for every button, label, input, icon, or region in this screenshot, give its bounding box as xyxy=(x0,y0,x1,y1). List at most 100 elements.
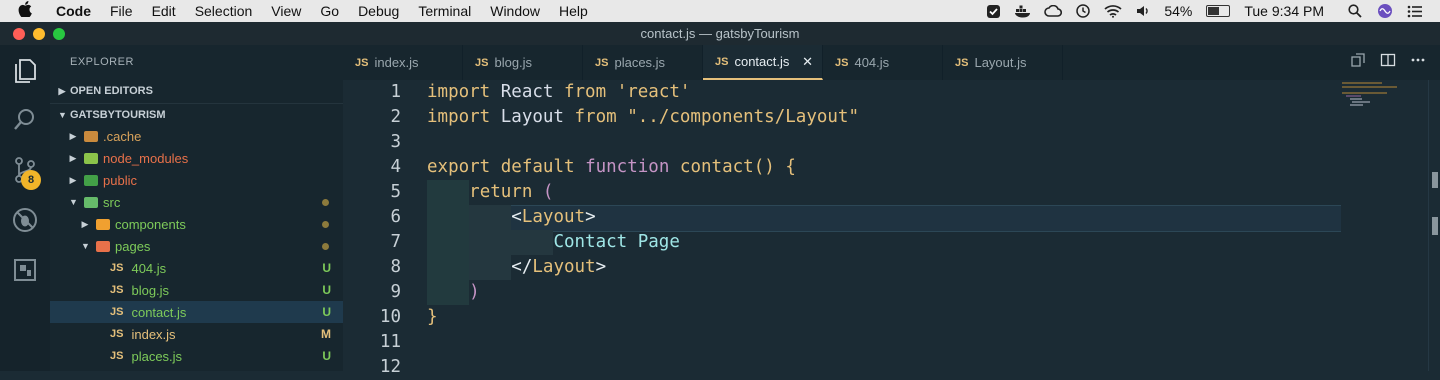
tab-layout-js[interactable]: JS Layout.js xyxy=(943,45,1063,80)
public-folder-icon xyxy=(84,174,98,186)
creative-cloud-icon[interactable] xyxy=(1044,3,1063,19)
wifi-icon[interactable] xyxy=(1104,3,1122,19)
tab-label: places.js xyxy=(614,55,666,70)
chevron-right-icon: ▶ xyxy=(69,174,77,185)
notification-center-icon[interactable] xyxy=(1406,3,1424,19)
line-number: 7 xyxy=(390,232,401,252)
activity-bar: 8 xyxy=(0,45,50,371)
volume-icon[interactable] xyxy=(1134,3,1152,19)
tree-folder-public[interactable]: ▶ public xyxy=(50,169,343,191)
js-file-icon: JS xyxy=(110,328,124,340)
chevron-down-icon: ▼ xyxy=(58,110,67,120)
tree-file-blog[interactable]: JS blog.js U xyxy=(50,279,343,301)
tab-label: Layout.js xyxy=(974,55,1027,70)
minimap[interactable] xyxy=(1338,80,1428,371)
menu-edit[interactable]: Edit xyxy=(152,3,176,19)
siri-icon[interactable] xyxy=(1376,3,1394,19)
tree-folder-src[interactable]: ▼ src xyxy=(50,191,343,213)
git-status: U xyxy=(322,305,331,319)
zoom-window-button[interactable] xyxy=(53,28,65,40)
app-menu[interactable]: Code xyxy=(56,3,91,19)
code-editor[interactable]: 1 2 3 4 5 6 7 8 9 10 11 12 import React … xyxy=(343,80,1440,377)
menu-debug[interactable]: Debug xyxy=(358,3,399,19)
modified-dot xyxy=(322,220,329,228)
tree-folder-cache[interactable]: ▶ .cache xyxy=(50,125,343,147)
menu-selection[interactable]: Selection xyxy=(195,3,253,19)
tree-file-404[interactable]: JS 404.js U xyxy=(50,257,343,279)
code-line: export default function contact() { xyxy=(427,157,796,177)
code-line: </Layout> xyxy=(511,257,607,277)
close-window-button[interactable] xyxy=(13,28,25,40)
apple-menu-icon[interactable] xyxy=(18,1,40,21)
tab-index-js[interactable]: JS index.js xyxy=(343,45,463,80)
tree-label: contact.js xyxy=(131,304,187,320)
more-actions-icon[interactable] xyxy=(1410,52,1426,73)
open-changes-icon[interactable] xyxy=(1350,52,1366,73)
menu-terminal[interactable]: Terminal xyxy=(418,3,471,19)
macos-menubar: Code File Edit Selection View Go Debug T… xyxy=(0,0,1440,22)
project-section[interactable]: ▼ GATSBYTOURISM xyxy=(50,103,343,126)
folder-icon xyxy=(84,130,98,142)
menu-window[interactable]: Window xyxy=(490,3,540,19)
docker-icon[interactable] xyxy=(1014,3,1032,19)
checkmark-shield-icon[interactable] xyxy=(984,3,1002,19)
explorer-files-icon[interactable] xyxy=(9,55,41,87)
js-file-icon: JS xyxy=(110,284,124,296)
tab-places-js[interactable]: JS places.js xyxy=(583,45,703,80)
code-line: Contact Page xyxy=(553,232,680,252)
window-title: contact.js — gatsbyTourism xyxy=(640,26,800,41)
tab-404-js[interactable]: JS 404.js xyxy=(823,45,943,80)
git-status: U xyxy=(322,261,331,275)
source-control-badge: 8 xyxy=(21,170,41,190)
tree-folder-pages[interactable]: ▼ pages xyxy=(50,235,343,257)
code-line: import React from 'react' xyxy=(427,82,691,102)
line-number: 4 xyxy=(390,157,401,177)
js-file-icon: JS xyxy=(355,56,369,69)
clock[interactable]: Tue 9:34 PM xyxy=(1244,3,1324,19)
tree-label: src xyxy=(103,194,121,210)
menu-help[interactable]: Help xyxy=(559,3,588,19)
tree-folder-node-modules[interactable]: ▶ node_modules xyxy=(50,147,343,169)
code-line: return ( xyxy=(469,182,554,202)
project-label: GATSBYTOURISM xyxy=(70,109,166,121)
minimize-window-button[interactable] xyxy=(33,28,45,40)
tree-file-places[interactable]: JS places.js U xyxy=(50,345,343,367)
js-file-icon: JS xyxy=(110,306,124,318)
chevron-right-icon: ▶ xyxy=(58,85,66,96)
tab-blog-js[interactable]: JS blog.js xyxy=(463,45,583,80)
search-icon[interactable] xyxy=(9,104,41,136)
debug-icon[interactable] xyxy=(9,204,41,236)
editor-actions xyxy=(1350,45,1440,80)
editor-scrollbar[interactable] xyxy=(1428,80,1440,371)
tree-file-index[interactable]: JS index.js M xyxy=(50,323,343,345)
menu-view[interactable]: View xyxy=(271,3,301,19)
line-number: 12 xyxy=(379,357,401,377)
open-editors-section[interactable]: ▶ OPEN EDITORS xyxy=(50,80,343,102)
tree-file-contact[interactable]: JS contact.js U xyxy=(50,301,343,323)
split-editor-icon[interactable] xyxy=(1380,52,1396,73)
js-file-icon: JS xyxy=(715,55,729,68)
explorer-title: EXPLORER xyxy=(70,56,134,68)
spotlight-search-icon[interactable] xyxy=(1346,3,1364,19)
extensions-icon[interactable] xyxy=(9,254,41,286)
tree-label: blog.js xyxy=(131,282,170,298)
time-machine-icon[interactable] xyxy=(1074,3,1092,19)
line-number: 6 xyxy=(390,207,401,227)
chevron-right-icon: ▶ xyxy=(69,130,77,141)
tree-label: 404.js xyxy=(131,260,167,276)
tab-label: blog.js xyxy=(494,55,533,70)
modified-dot xyxy=(322,242,329,250)
tree-label: public xyxy=(103,172,137,188)
pages-folder-icon xyxy=(96,240,110,252)
git-status: M xyxy=(321,327,331,341)
battery-icon[interactable] xyxy=(1206,5,1231,17)
menu-file[interactable]: File xyxy=(110,3,133,19)
line-number: 3 xyxy=(390,132,401,152)
close-tab-icon[interactable]: ✕ xyxy=(802,54,813,70)
battery-percent: 54% xyxy=(1164,3,1193,19)
tree-folder-components[interactable]: ▶ components xyxy=(50,213,343,235)
js-file-icon: JS xyxy=(110,350,124,362)
tab-contact-js[interactable]: JS contact.js ✕ xyxy=(703,45,823,80)
code-line: } xyxy=(427,307,438,327)
menu-go[interactable]: Go xyxy=(320,3,339,19)
